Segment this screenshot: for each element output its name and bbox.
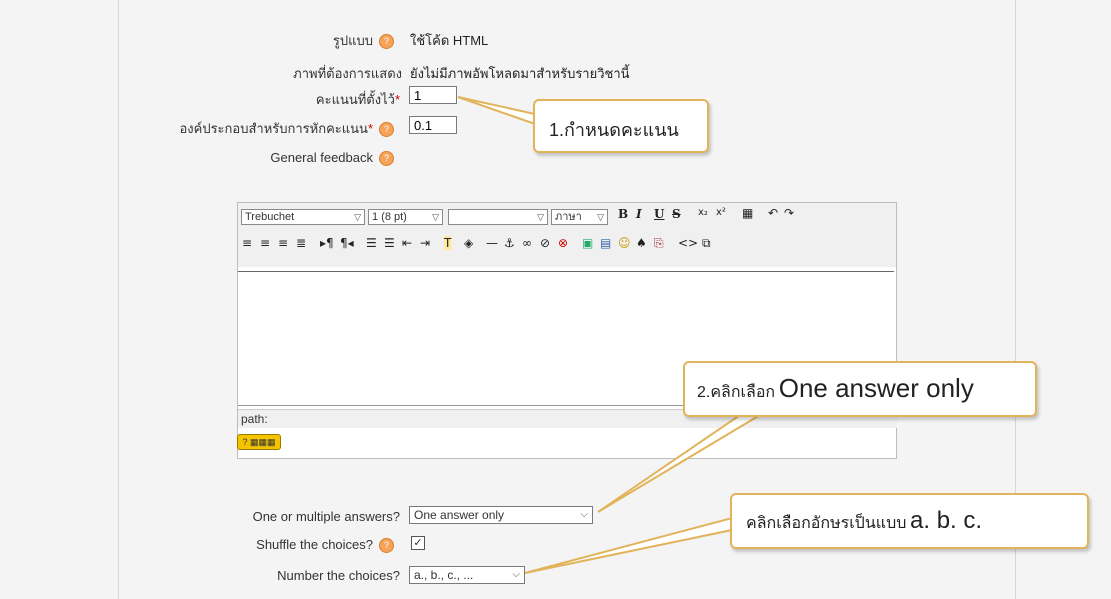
html-editor: Trebuchet ▽ 1 (8 pt) ▽ ▽ ภาษา ▽ B I U S x₂ … [237, 202, 897, 459]
align-right-icon[interactable]: ≡ [278, 236, 288, 250]
unordered-list-icon[interactable]: ☰ [384, 236, 395, 250]
image-label: ภาพที่ต้องการแสดง [293, 66, 402, 81]
shuffle-label: Shuffle the choices?? [200, 537, 394, 554]
chevron-down-icon: ▽ [354, 212, 361, 222]
image-value: ยังไม่มีภาพอัพโหลดมาสำหรับรายวิชานี้ [410, 66, 630, 81]
keyboard-icon[interactable]: ? ▦▦▦ [237, 434, 281, 450]
callout-grade: 1.กำหนดคะแนน [533, 99, 709, 153]
search-replace-icon[interactable]: ⎘ [654, 236, 664, 251]
chevron-down-icon: ⌵ [512, 569, 520, 580]
ltr-icon[interactable]: ▸¶ [320, 236, 334, 250]
numbering-select[interactable]: a., b., c., ... ⌵ [409, 566, 525, 584]
help-icon[interactable]: ? [379, 151, 394, 167]
font-family-select[interactable]: Trebuchet ▽ [241, 209, 365, 225]
default-grade-label: คะแนนที่ตั้งไว้* [315, 92, 400, 107]
format-label: รูปแบบ? [300, 30, 394, 51]
bold-icon[interactable]: B [618, 207, 628, 221]
underline-icon[interactable]: U [654, 207, 664, 221]
link-icon[interactable]: ∞ [522, 236, 532, 250]
insert-table-icon[interactable]: ▤ [600, 236, 611, 250]
general-feedback-label: General feedback? [240, 150, 394, 167]
subscript-icon[interactable]: x₂ [698, 207, 708, 218]
insert-image-icon[interactable]: ▣ [582, 236, 593, 250]
help-icon[interactable]: ? [379, 122, 394, 138]
anchor-icon[interactable]: ⚓ [504, 236, 515, 250]
text-color-icon[interactable]: T [444, 236, 452, 250]
justify-icon[interactable]: ≣ [296, 236, 306, 250]
chevron-down-icon: ▽ [597, 212, 604, 222]
fullscreen-icon[interactable]: ⧉ [702, 236, 711, 251]
help-icon[interactable]: ? [379, 538, 394, 554]
clean-word-icon[interactable]: ▦ [742, 206, 753, 220]
format-value: ใช้โค้ด HTML [410, 33, 489, 48]
smiley-icon[interactable]: ☺ [618, 236, 631, 250]
chevron-down-icon: ▽ [432, 212, 439, 222]
nolink-icon[interactable]: ⊗ [558, 236, 568, 250]
language-select[interactable]: ภาษา ▽ [551, 209, 608, 225]
callout-answer: 2.คลิกเลือก One answer only [683, 361, 1037, 417]
editor-toolbar: Trebuchet ▽ 1 (8 pt) ▽ ▽ ภาษา ▽ B I U S x₂ … [238, 203, 896, 267]
chevron-down-icon: ▽ [537, 212, 544, 222]
default-grade-input[interactable] [409, 86, 457, 104]
redo-icon[interactable]: ↷ [784, 206, 794, 220]
chevron-down-icon: ⌵ [580, 509, 588, 520]
italic-icon[interactable]: I [636, 207, 642, 221]
align-center-icon[interactable]: ≡ [260, 236, 270, 250]
rtl-icon[interactable]: ¶◂ [340, 236, 354, 250]
outdent-icon[interactable]: ⇤ [402, 236, 412, 250]
callout-numbering: คลิกเลือกอักษรเป็นแบบ a. b. c. [730, 493, 1089, 549]
multi-answer-select[interactable]: One answer only ⌵ [409, 506, 593, 524]
superscript-icon[interactable]: x² [716, 207, 726, 218]
strikethrough-icon[interactable]: S [672, 207, 681, 221]
unlink-icon[interactable]: ⊘ [540, 236, 550, 250]
undo-icon[interactable]: ↶ [768, 206, 778, 220]
source-code-icon[interactable]: <> [678, 236, 698, 250]
ordered-list-icon[interactable]: ☰ [366, 236, 377, 250]
special-char-icon[interactable]: ♠ [636, 236, 647, 250]
bg-color-icon[interactable]: ◈ [464, 236, 473, 250]
penalty-label: องค์ประกอบสำหรับการหักคะแนน*? [130, 118, 394, 139]
horizontal-rule-icon[interactable]: — [486, 236, 498, 250]
align-left-icon[interactable]: ≡ [242, 236, 252, 250]
multi-answer-label: One or multiple answers? [252, 509, 400, 524]
penalty-input[interactable] [409, 116, 457, 134]
indent-icon[interactable]: ⇥ [420, 236, 430, 250]
font-size-select[interactable]: 1 (8 pt) ▽ [368, 209, 443, 225]
help-icon[interactable]: ? [379, 34, 394, 50]
heading-select[interactable]: ▽ [448, 209, 548, 225]
numbering-label: Number the choices? [277, 568, 400, 583]
shuffle-checkbox[interactable]: ✓ [411, 536, 425, 550]
